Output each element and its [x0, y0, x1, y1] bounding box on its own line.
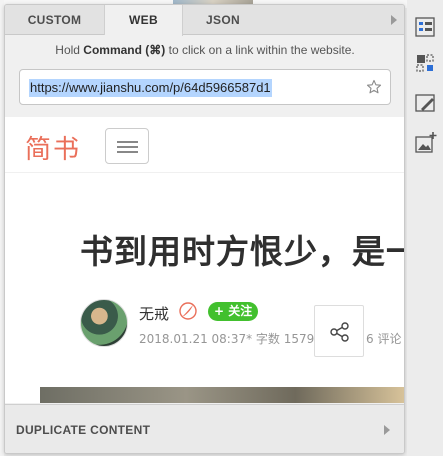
right-toolbar: [407, 0, 443, 456]
hint-prefix: Hold: [55, 43, 84, 57]
data-popover: CUSTOM WEB JSON Hold Command (⌘) to clic…: [4, 4, 405, 454]
tab-bar: CUSTOM WEB JSON: [5, 5, 404, 36]
site-header: 简书: [5, 117, 404, 173]
hamburger-icon: [117, 141, 138, 143]
tab-json[interactable]: JSON: [183, 5, 263, 35]
hint-text: Hold Command (⌘) to click on a link with…: [5, 43, 404, 57]
duplicate-content-label: DUPLICATE CONTENT: [16, 423, 151, 437]
duplicate-content-section[interactable]: DUPLICATE CONTENT: [5, 404, 404, 453]
site-logo[interactable]: 简书: [25, 129, 81, 166]
add-image-icon[interactable]: [412, 130, 438, 156]
url-input[interactable]: https://www.jianshu.com/p/64d5966587d1: [19, 69, 391, 105]
hamburger-icon: [117, 151, 138, 153]
hamburger-icon: [117, 146, 138, 148]
grid-list-icon[interactable]: [412, 14, 438, 40]
app-root: CUSTOM WEB JSON Hold Command (⌘) to clic…: [0, 0, 443, 456]
select-object-icon[interactable]: [412, 50, 438, 76]
author-name[interactable]: 无戒: [139, 303, 169, 324]
tab-web[interactable]: WEB: [105, 5, 183, 36]
share-icon: [330, 322, 349, 342]
article-title: 书到用时方恨少，是一: [80, 232, 405, 271]
article-image: [40, 387, 404, 403]
article-meta: 2018.01.21 08:37* 字数 1579: [139, 332, 315, 346]
web-preview[interactable]: 简书 书到用时方恨少，是一 无戒 + 关注 2018.01.21 08:37* …: [5, 117, 405, 403]
edit-image-icon[interactable]: [412, 90, 438, 116]
follow-button[interactable]: + 关注: [208, 302, 259, 321]
hint-command: Command (⌘): [83, 43, 166, 57]
feather-badge-icon: [179, 302, 197, 320]
tab-custom[interactable]: CUSTOM: [5, 5, 105, 35]
star-icon[interactable]: [366, 79, 382, 95]
share-button[interactable]: [314, 305, 364, 357]
menu-button[interactable]: [105, 128, 149, 164]
chevron-right-icon[interactable]: [389, 14, 399, 26]
avatar[interactable]: [80, 299, 128, 347]
url-value[interactable]: https://www.jianshu.com/p/64d5966587d1: [29, 79, 272, 97]
hint-suffix: to click on a link within the website.: [165, 43, 355, 57]
chevron-right-icon: [384, 425, 390, 435]
article-meta-stats: 6 评论 6: [366, 332, 404, 346]
